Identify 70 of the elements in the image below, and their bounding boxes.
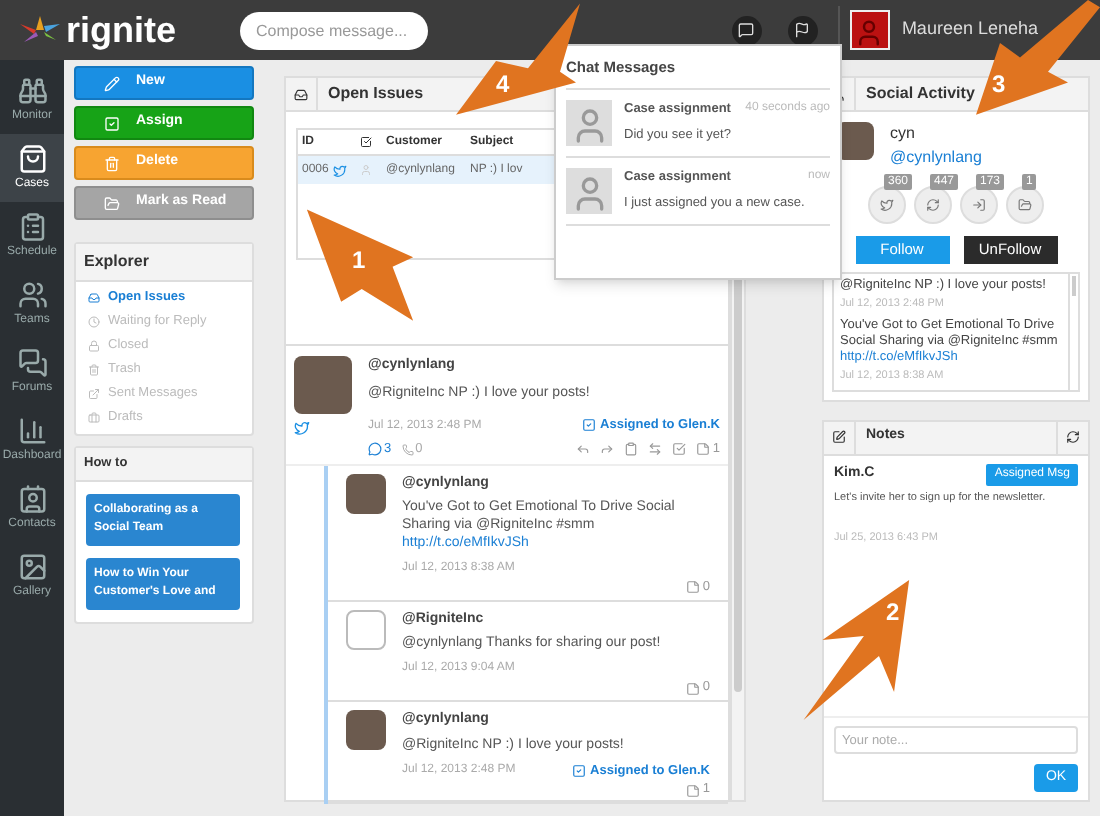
checkbox-icon [360, 136, 372, 148]
edit-icon [832, 430, 846, 444]
flag-icon [794, 22, 811, 38]
contact-card-icon [17, 483, 47, 513]
panel-title: Open Issues [328, 82, 424, 106]
note-icon[interactable] [686, 783, 701, 798]
briefcase-icon [88, 412, 100, 424]
reply-icon[interactable] [576, 442, 591, 457]
logo-text: rignite [66, 12, 177, 48]
checkbox-icon [582, 418, 597, 433]
note-icon[interactable] [686, 580, 701, 595]
bird-icon [294, 420, 310, 436]
user-avatar [849, 10, 890, 50]
login-icon [972, 198, 986, 212]
note-icon[interactable] [696, 442, 711, 457]
stat-button[interactable] [868, 186, 906, 224]
callout-number: 3 [992, 72, 1006, 96]
lock-icon [88, 340, 100, 352]
chat-bubbles-icon [17, 347, 47, 377]
external-link-icon [88, 388, 100, 400]
binoculars-icon [17, 75, 47, 105]
compose-field[interactable]: Compose message... [240, 11, 429, 49]
shopping-bag-icon [17, 143, 47, 173]
chat-button[interactable] [731, 15, 762, 45]
stat-button[interactable] [960, 186, 998, 224]
chat-icon [738, 22, 755, 38]
folder-icon [1018, 198, 1032, 212]
clipboard-icon [17, 211, 47, 241]
photo-placeholder [346, 473, 386, 513]
stat-button[interactable] [1006, 186, 1044, 224]
user-name[interactable]: Maureen Leneha [901, 16, 1038, 44]
checkbox-icon [572, 763, 587, 778]
bird-icon [332, 163, 348, 177]
avatar-silhouette [566, 100, 612, 147]
scrollbar[interactable] [1068, 274, 1078, 389]
checkbox-icon [104, 115, 120, 131]
checkbox-icon[interactable] [672, 442, 687, 457]
clipboard-icon[interactable] [624, 442, 639, 457]
forward-icon[interactable] [600, 442, 615, 457]
callout-number: 4 [496, 72, 510, 96]
bar-chart-icon [17, 415, 47, 445]
pencil-icon [104, 75, 120, 91]
phone-icon [401, 443, 414, 456]
stat-button[interactable] [914, 186, 952, 224]
flag-button[interactable] [787, 15, 818, 45]
inbox-icon [88, 292, 100, 304]
trash-icon [104, 155, 120, 171]
people-icon [17, 279, 47, 309]
profile-name: cyn [890, 122, 917, 146]
refresh-icon[interactable] [1066, 430, 1080, 444]
photo-placeholder [346, 710, 386, 750]
profile-handle[interactable]: @cynlynlang [890, 146, 982, 170]
avatar-placeholder [346, 609, 386, 650]
photo-placeholder [294, 356, 352, 414]
avatar-silhouette [566, 168, 612, 215]
trash-icon [88, 364, 100, 376]
explorer-title: Explorer [76, 244, 252, 282]
bird-icon [880, 198, 894, 212]
callout-number: 2 [886, 600, 900, 624]
person-icon [360, 164, 372, 176]
folder-icon [104, 195, 120, 211]
note-icon[interactable] [686, 681, 701, 696]
callout-number: 1 [352, 248, 366, 272]
clock-icon [88, 316, 100, 328]
panel-title: Social Activity [866, 82, 975, 106]
picture-icon [17, 551, 47, 581]
comment-icon [368, 442, 382, 457]
refresh-icon [926, 198, 940, 212]
swap-icon[interactable] [648, 442, 663, 457]
inbox-icon [294, 87, 308, 101]
